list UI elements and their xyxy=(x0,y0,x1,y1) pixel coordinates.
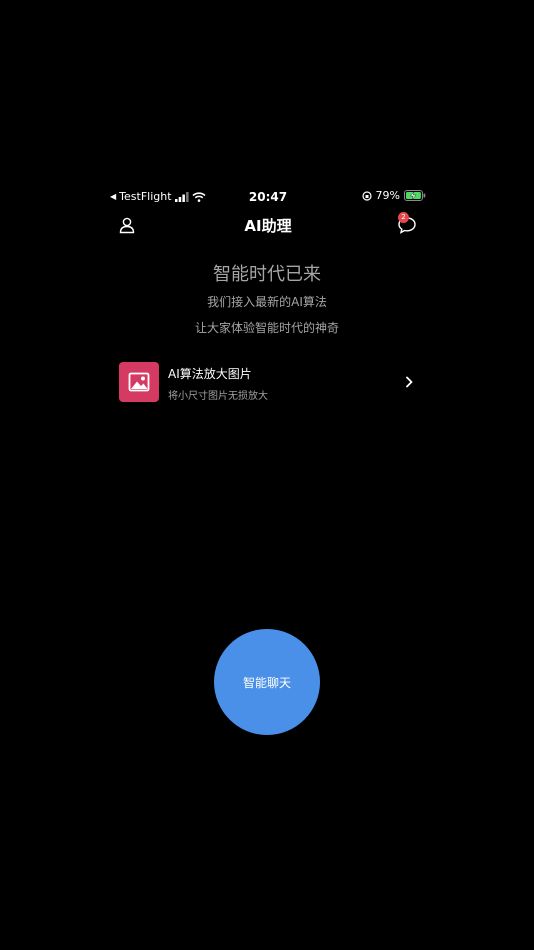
orientation-lock-icon xyxy=(361,190,372,201)
smart-chat-button[interactable]: 智能聊天 xyxy=(214,629,320,735)
messages-button[interactable]: 2 xyxy=(396,212,418,236)
page-title: AI助理 xyxy=(244,217,292,235)
nav-bar: AI助理 2 xyxy=(110,210,426,240)
battery-percent: 79% xyxy=(375,189,400,202)
feature-icon-tile xyxy=(119,362,159,402)
hero-title: 智能时代已来 xyxy=(213,264,321,285)
feature-subtitle: 将小尺寸图片无损放大 xyxy=(168,391,268,402)
feature-title: AI算法放大图片 xyxy=(168,367,252,381)
status-bar: ◀ TestFlight 20:47 79% xyxy=(110,187,426,207)
image-icon xyxy=(128,372,150,392)
hero-description-line1: 我们接入最新的AI算法 xyxy=(207,295,327,309)
battery-charging-icon xyxy=(404,190,426,201)
hero-description-line2: 让大家体验智能时代的神奇 xyxy=(194,321,339,335)
feature-item-image-upscale[interactable]: AI算法放大图片 将小尺寸图片无损放大 xyxy=(112,356,422,408)
chevron-right-icon xyxy=(406,376,413,388)
status-right: 79% xyxy=(361,189,426,202)
unread-badge: 2 xyxy=(398,212,409,223)
